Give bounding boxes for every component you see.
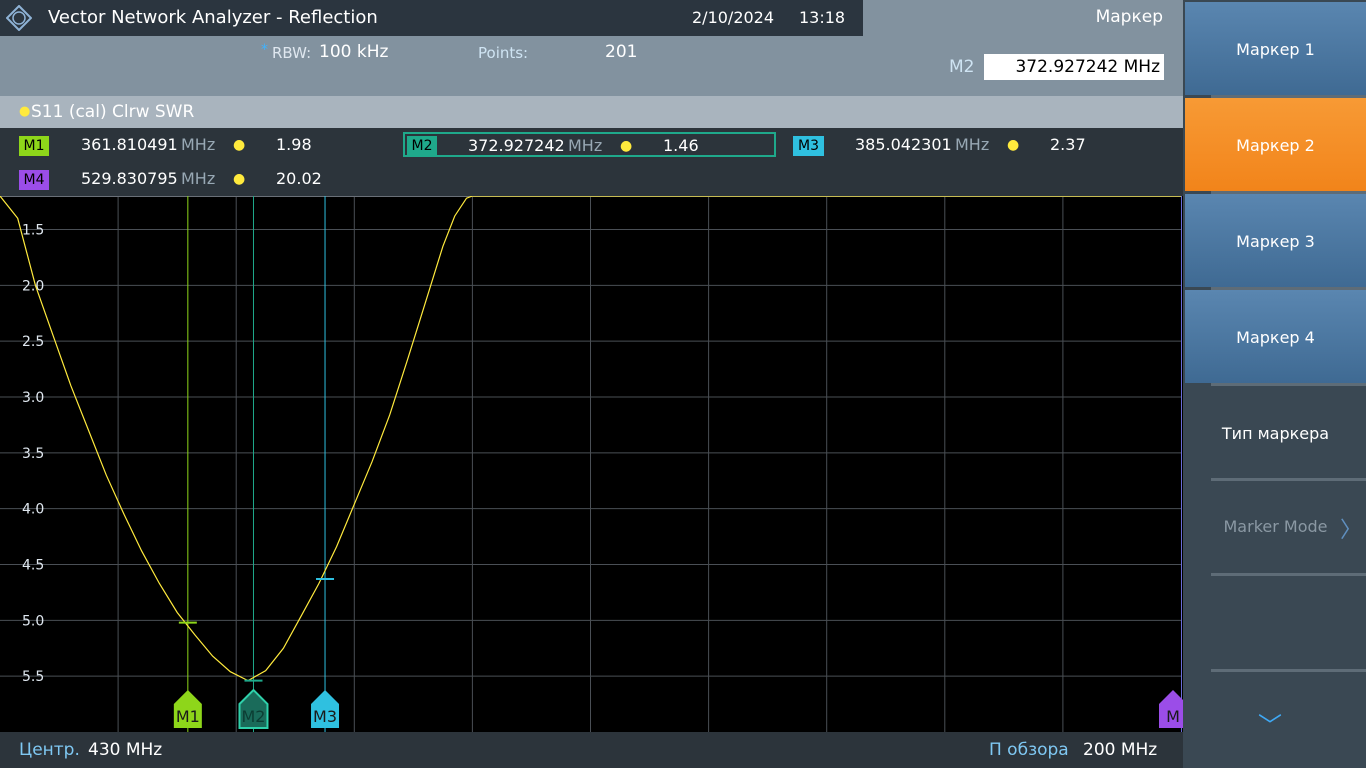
- y-tick-label: 4.5: [22, 558, 44, 574]
- y-tick-label: 2.5: [22, 334, 44, 350]
- span-value[interactable]: 200 MHz: [1083, 740, 1157, 760]
- marker-freq-m4[interactable]: 529.830795: [81, 169, 178, 188]
- y-tick-label: 3.5: [22, 446, 44, 462]
- span-label: П обзора: [989, 740, 1069, 760]
- trace-color-dot: ●: [19, 104, 31, 119]
- y-tick-label: 4.0: [22, 502, 44, 518]
- marker-flag-m1-label: M1: [176, 707, 200, 726]
- y-tick-label: 5.0: [22, 613, 44, 629]
- points-label: Points:: [478, 44, 529, 62]
- marker-freq-m1[interactable]: 361.810491: [81, 135, 178, 154]
- settings-bar: [0, 36, 863, 96]
- softkey-marker-type[interactable]: Тип маркера: [1185, 386, 1366, 479]
- plot-background: [0, 196, 1183, 732]
- softkey-marker-2[interactable]: Маркер 2: [1185, 98, 1366, 191]
- rbw-value[interactable]: 100 kHz: [319, 42, 388, 62]
- marker-unit-m1: MHz: [181, 135, 216, 154]
- marker-unit-m2: MHz: [568, 136, 603, 155]
- marker-freq-m2[interactable]: 372.927242: [468, 136, 565, 155]
- marker-flag-m3-label: M3: [313, 707, 337, 726]
- marker-dot-m2: ●: [620, 138, 633, 154]
- marker-unit-m4: MHz: [181, 169, 216, 188]
- rbw-modified-indicator: *: [261, 42, 268, 58]
- marker-tag-m2: M2: [407, 136, 437, 156]
- marker-frequency-input[interactable]: [984, 54, 1164, 80]
- date-display: 2/10/2024: [692, 8, 775, 27]
- window-title: Vector Network Analyzer - Reflection: [48, 7, 378, 28]
- marker-flag-m4-label: M: [1166, 707, 1180, 726]
- marker-panel-title: Маркер: [1095, 7, 1163, 27]
- marker-input-label: M2: [949, 57, 975, 77]
- y-tick-label: 1.5: [22, 223, 44, 239]
- marker-value-m2: 1.46: [663, 136, 699, 155]
- marker-dot-m4: ●: [233, 171, 246, 187]
- center-frequency-label: Центр.: [19, 740, 80, 760]
- marker-tag-m1: M1: [19, 136, 49, 156]
- softkey-divider: [1211, 573, 1366, 576]
- rohde-schwarz-logo-icon: [6, 5, 32, 31]
- marker-unit-m3: MHz: [955, 135, 990, 154]
- softkey-marker-1[interactable]: Маркер 1: [1185, 2, 1366, 95]
- softkey-marker-mode[interactable]: Marker Mode: [1185, 479, 1366, 572]
- time-display: 13:18: [799, 8, 846, 27]
- trace-label[interactable]: S11 (cal) Clrw SWR: [31, 102, 194, 122]
- marker-dot-m1: ●: [233, 137, 246, 153]
- softkey-marker-4[interactable]: Маркер 4: [1185, 290, 1366, 383]
- chevron-right-icon: 〉: [1340, 518, 1363, 543]
- marker-value-m1: 1.98: [276, 135, 312, 154]
- marker-value-m4: 20.02: [276, 169, 322, 188]
- y-tick-label: 5.5: [22, 669, 44, 685]
- softkey-marker-3[interactable]: Маркер 3: [1185, 194, 1366, 287]
- rbw-label: RBW:: [272, 44, 312, 62]
- y-tick-label: 2.0: [22, 278, 44, 294]
- marker-freq-m3[interactable]: 385.042301: [855, 135, 952, 154]
- chevron-down-icon[interactable]: ﹀: [1258, 706, 1282, 741]
- swr-plot[interactable]: 5.5 5.0 4.5 4.0 3.5 3.0 2.5 2.0 1.5 M1 M2 M3 M: [0, 196, 1183, 732]
- center-frequency-value[interactable]: 430 MHz: [88, 740, 162, 760]
- marker-flag-m2-label: M2: [241, 707, 265, 726]
- marker-value-m3: 2.37: [1050, 135, 1086, 154]
- softkey-divider: [1211, 669, 1366, 672]
- marker-tag-m3: M3: [793, 136, 824, 156]
- marker-tag-m4: M4: [19, 170, 49, 190]
- points-value[interactable]: 201: [605, 42, 637, 62]
- marker-dot-m3: ●: [1007, 137, 1020, 153]
- y-tick-label: 3.0: [22, 390, 44, 406]
